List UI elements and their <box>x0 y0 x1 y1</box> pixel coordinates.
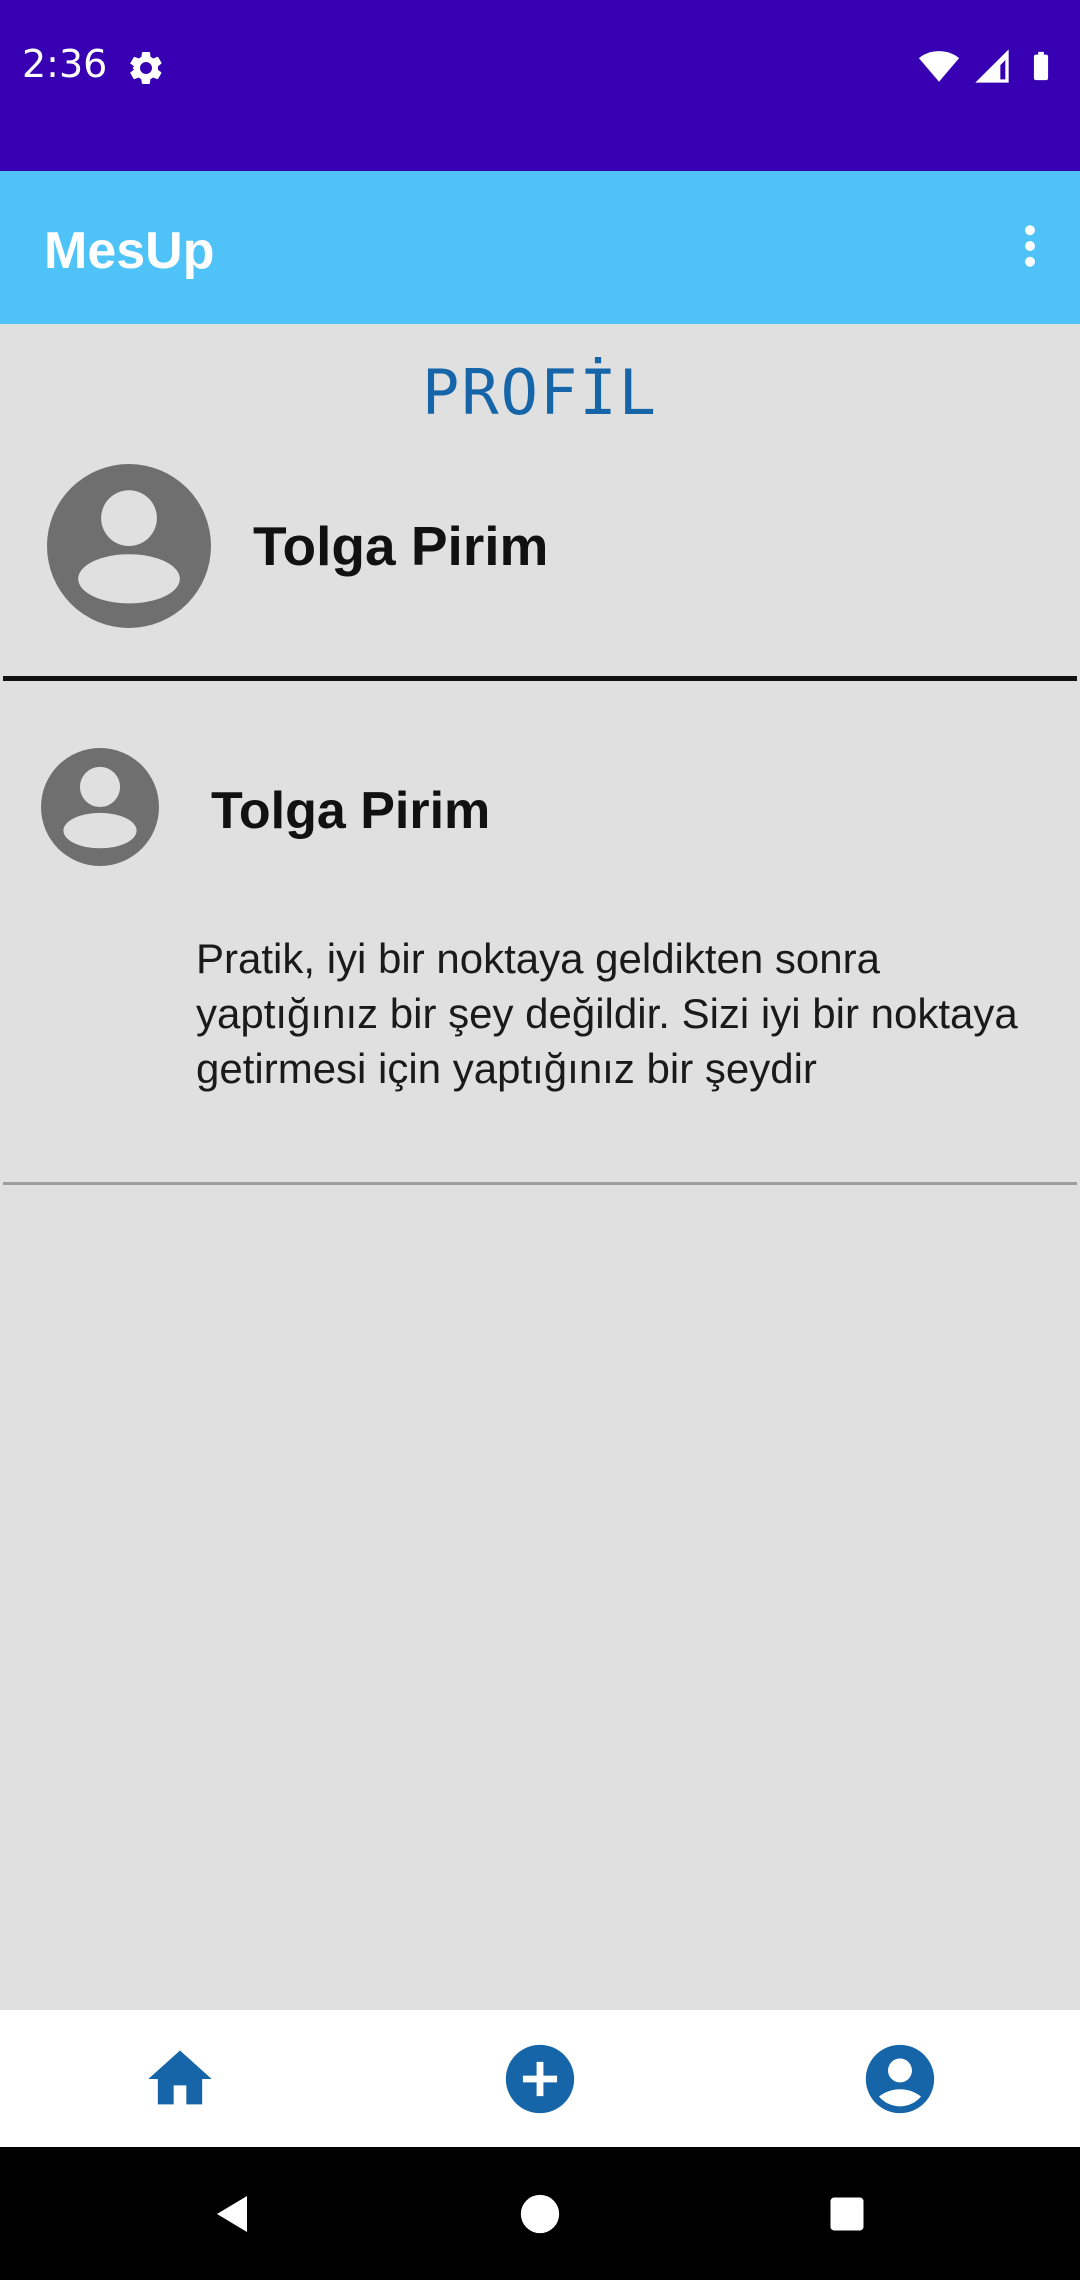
gear-icon <box>126 48 166 88</box>
recents-icon[interactable] <box>787 2154 907 2274</box>
status-time: 2:36 <box>22 42 108 86</box>
divider <box>3 1182 1077 1185</box>
nav-add[interactable] <box>450 2010 630 2147</box>
signal-icon <box>972 46 1012 91</box>
profile-avatar <box>47 464 211 628</box>
nav-profile[interactable] <box>810 2010 990 2147</box>
post-item[interactable]: Tolga Pirim Pratik, iyi bir noktaya geld… <box>3 681 1077 1181</box>
more-vert-icon[interactable] <box>980 196 1080 296</box>
page-title: PROFİL <box>422 356 658 429</box>
main-content: PROFİL Tolga Pirim Tolga Pirim Pratik, i… <box>3 324 1077 2010</box>
profile-name: Tolga Pirim <box>253 515 549 577</box>
account-circle-icon <box>41 748 159 866</box>
battery-icon <box>1024 45 1058 92</box>
account-circle-icon <box>47 464 211 628</box>
system-nav-bar <box>0 2147 1080 2280</box>
back-icon[interactable] <box>173 2154 293 2274</box>
wifi-icon <box>918 45 960 92</box>
post-author: Tolga Pirim <box>211 782 491 840</box>
bottom-nav <box>0 2010 1080 2147</box>
post-text: Pratik, iyi bir noktaya geldikten sonra … <box>196 935 1018 1092</box>
home-icon <box>148 2050 212 2104</box>
post-avatar <box>41 748 159 866</box>
status-bar: 2:36 <box>0 0 1080 171</box>
nav-home[interactable] <box>90 2010 270 2147</box>
account-circle-icon <box>865 2044 935 2113</box>
app-title: MesUp <box>44 222 215 280</box>
home-circle-icon[interactable] <box>480 2154 600 2274</box>
app-bar: MesUp <box>0 171 1080 324</box>
add-circle-icon <box>505 2044 575 2113</box>
